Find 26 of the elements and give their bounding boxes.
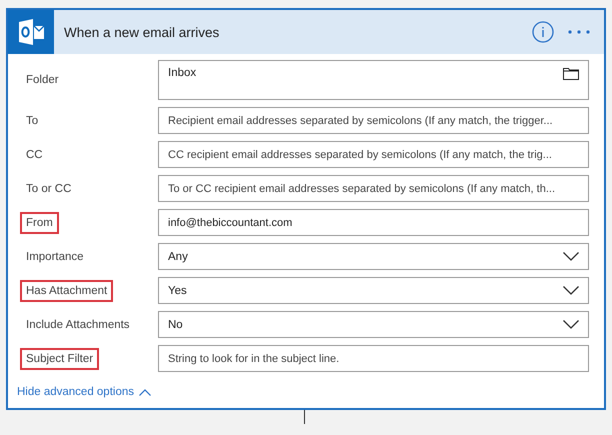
field-label: To	[25, 114, 40, 128]
advanced-options-link[interactable]: Hide advanced options	[17, 386, 151, 398]
folder-icon[interactable]	[563, 67, 579, 80]
chevron-down-icon	[563, 320, 579, 329]
field-label: Include Attachments	[25, 318, 131, 332]
dropdown[interactable]: No	[158, 311, 589, 338]
dropdown[interactable]: Yes	[158, 277, 589, 304]
dropdown[interactable]: Any	[158, 243, 589, 270]
field-label: Importance	[25, 250, 85, 264]
input-field[interactable]: CC recipient email addresses separated by semicolons (If any match, the trig...	[158, 141, 589, 168]
card-title: When a new email arrives	[63, 24, 220, 40]
folder-field[interactable]: Inbox	[158, 60, 589, 100]
chevron-down-icon	[563, 286, 579, 295]
info-button[interactable]	[532, 21, 554, 43]
field-label: To or CC	[25, 182, 72, 196]
input-field[interactable]: String to look for in the subject line.	[158, 345, 589, 372]
field-label: From	[20, 212, 59, 234]
more-options-button[interactable]	[568, 30, 590, 34]
field-label: CC	[25, 148, 44, 162]
field-label: Folder	[25, 73, 60, 88]
input-field[interactable]: To or CC recipient email addresses separated by semicolons (If any match, th...	[158, 175, 589, 202]
field-label: Subject Filter	[20, 348, 100, 370]
input-field[interactable]: info@thebiccountant.com	[158, 209, 589, 236]
chevron-down-icon	[563, 252, 579, 261]
field-label: Has Attachment	[20, 280, 114, 302]
input-field[interactable]: Recipient email addresses separated by semicolons (If any match, the trigger...	[158, 107, 589, 134]
